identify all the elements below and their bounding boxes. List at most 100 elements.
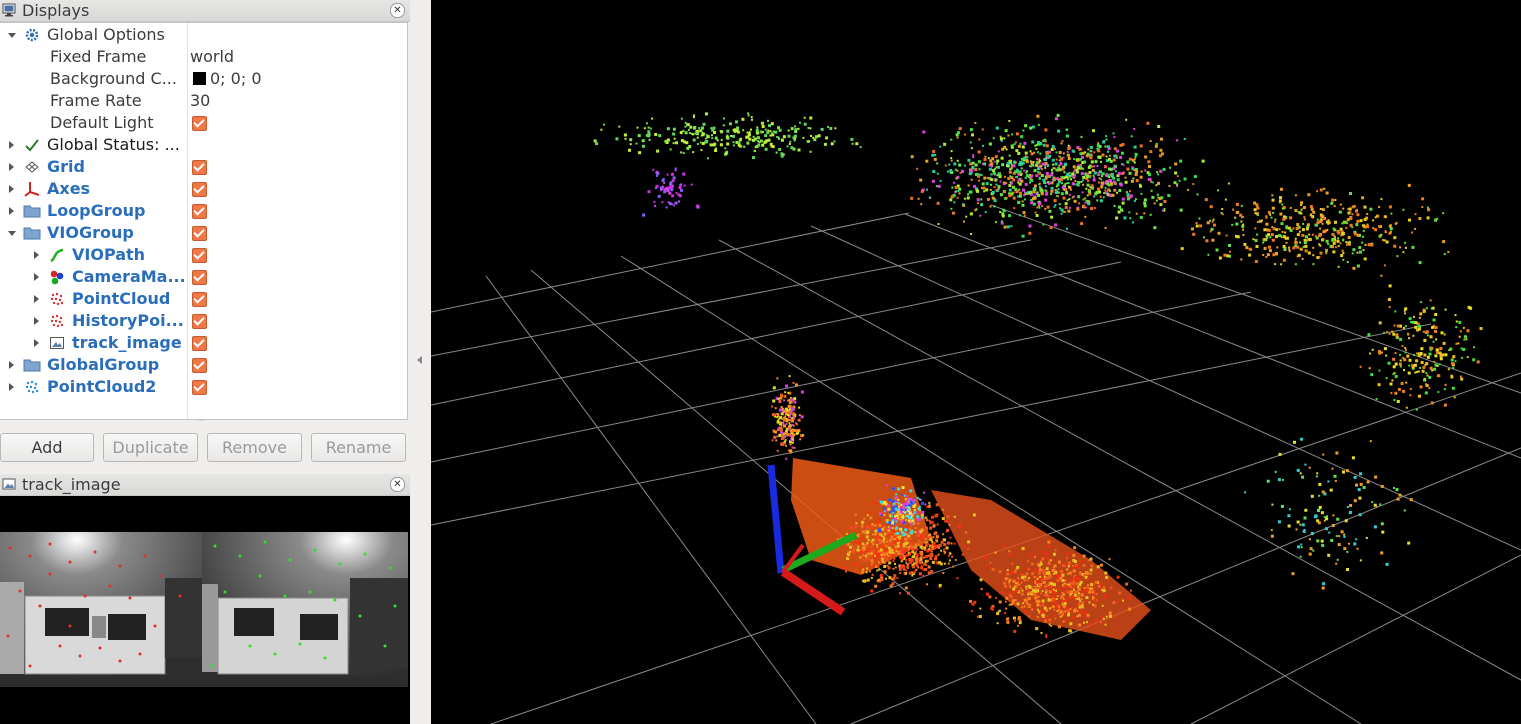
cloud-point: [900, 530, 903, 533]
cloud-point: [1000, 220, 1003, 223]
cloud-point: [931, 179, 935, 183]
tree-row-viogroup[interactable]: VIOGroup: [0, 222, 407, 244]
resize-handle[interactable]: ⋯: [197, 417, 207, 425]
cloud-point: [1100, 160, 1102, 163]
expand-right-icon[interactable]: [34, 251, 39, 259]
cloud-point: [1015, 591, 1018, 594]
pointcloud2-checkbox[interactable]: [192, 380, 207, 395]
background-color-value[interactable]: 0; 0; 0: [190, 68, 262, 90]
expand-right-icon[interactable]: [34, 295, 39, 303]
expand-right-icon[interactable]: [9, 361, 14, 369]
remove-button[interactable]: Remove: [207, 433, 302, 462]
tree-row-grid[interactable]: Grid: [0, 156, 407, 178]
grid-checkbox[interactable]: [192, 160, 207, 175]
track-image-checkbox[interactable]: [192, 336, 207, 351]
cloud-point: [706, 134, 709, 137]
cloud-point: [788, 422, 791, 424]
cloud-point: [936, 162, 939, 165]
tree-row-axes[interactable]: Axes: [0, 178, 407, 200]
cloud-point: [907, 548, 910, 551]
cloud-point: [1038, 206, 1041, 209]
expand-right-icon[interactable]: [9, 163, 14, 171]
tree-row-default-light[interactable]: Default Light: [0, 112, 407, 134]
cloud-point: [1054, 614, 1057, 617]
loopgroup-checkbox[interactable]: [192, 204, 207, 219]
cloud-point: [642, 144, 645, 148]
tree-row-global-status[interactable]: Global Status: ...: [0, 134, 407, 156]
expand-right-icon[interactable]: [9, 141, 14, 149]
cloud-point: [1359, 219, 1363, 223]
cloud-point: [996, 622, 999, 625]
close-icon[interactable]: ✕: [390, 477, 405, 492]
expand-right-icon[interactable]: [34, 273, 39, 281]
3d-render-viewport[interactable]: [431, 0, 1521, 724]
pointcloud-checkbox[interactable]: [192, 292, 207, 307]
expand-right-icon[interactable]: [34, 317, 39, 325]
cloud-point: [775, 151, 778, 154]
cloud-point: [1342, 207, 1345, 210]
expand-right-icon[interactable]: [9, 383, 14, 391]
close-icon[interactable]: ✕: [390, 3, 405, 18]
expand-right-icon[interactable]: [9, 207, 14, 215]
panel-splitter[interactable]: [410, 0, 431, 724]
add-button[interactable]: Add: [0, 433, 94, 462]
cloud-point: [1090, 207, 1094, 210]
cloud-point: [1169, 166, 1171, 169]
display-label-history-points: HistoryPoi...: [72, 311, 184, 330]
3d-scene[interactable]: [431, 0, 1521, 724]
globalgroup-checkbox[interactable]: [192, 358, 207, 373]
viopath-checkbox[interactable]: [192, 248, 207, 263]
tree-row-frame-rate[interactable]: Frame Rate 30: [0, 90, 407, 112]
cloud-point: [961, 170, 965, 173]
default-light-checkbox[interactable]: [192, 116, 207, 131]
cloud-point: [809, 127, 812, 130]
tree-row-background-color[interactable]: Background C... 0; 0; 0: [0, 68, 407, 90]
tree-row-global-options[interactable]: Global Options: [0, 24, 407, 46]
cloud-point: [1307, 193, 1311, 197]
cloud-point: [910, 196, 914, 200]
tree-row-globalgroup[interactable]: GlobalGroup: [0, 354, 407, 376]
cloud-point: [1292, 227, 1295, 230]
expand-right-icon[interactable]: [34, 339, 39, 347]
cloud-point: [1008, 578, 1011, 581]
cloud-point: [900, 560, 903, 563]
cloud-point: [996, 159, 1000, 163]
tree-row-viopath[interactable]: VIOPath: [0, 244, 407, 266]
cloud-point: [615, 137, 619, 141]
cloud-point: [1337, 543, 1341, 547]
cloud-point: [1018, 214, 1021, 217]
cloud-point: [1020, 163, 1023, 166]
expand-down-icon[interactable]: [8, 231, 16, 236]
cloud-point: [1065, 557, 1068, 560]
cloud-point: [830, 142, 834, 146]
tree-row-camera-marker[interactable]: CameraMa...: [0, 266, 407, 288]
tree-row-track-image[interactable]: track_image: [0, 332, 407, 354]
camera-marker-checkbox[interactable]: [192, 270, 207, 285]
displays-titlebar[interactable]: Displays ✕: [0, 0, 410, 22]
rename-button[interactable]: Rename: [311, 433, 406, 462]
tree-row-loopgroup[interactable]: LoopGroup: [0, 200, 407, 222]
cloud-point: [920, 533, 923, 536]
cloud-point: [776, 435, 779, 438]
expand-down-icon[interactable]: [8, 33, 16, 38]
viogroup-checkbox[interactable]: [192, 226, 207, 241]
axes-checkbox[interactable]: [192, 182, 207, 197]
duplicate-button[interactable]: Duplicate: [103, 433, 198, 462]
history-points-checkbox[interactable]: [192, 314, 207, 329]
frame-rate-value[interactable]: 30: [190, 90, 210, 112]
tree-row-fixed-frame[interactable]: Fixed Frame world: [0, 46, 407, 68]
cloud-point: [778, 433, 782, 437]
tree-row-history-points[interactable]: HistoryPoi...: [0, 310, 407, 332]
cloud-point: [848, 555, 851, 558]
collapse-left-icon[interactable]: [417, 356, 422, 364]
track-image-titlebar[interactable]: track_image ✕: [0, 474, 410, 496]
fixed-frame-value[interactable]: world: [190, 46, 234, 68]
cloud-point: [760, 130, 763, 133]
tree-row-pointcloud2[interactable]: PointCloud2: [0, 376, 407, 398]
cloud-point: [664, 187, 668, 191]
cloud-point: [1044, 128, 1048, 132]
cloud-point: [1377, 383, 1381, 387]
cloud-point: [654, 133, 658, 136]
tree-row-pointcloud[interactable]: PointCloud: [0, 288, 407, 310]
expand-right-icon[interactable]: [9, 185, 14, 193]
